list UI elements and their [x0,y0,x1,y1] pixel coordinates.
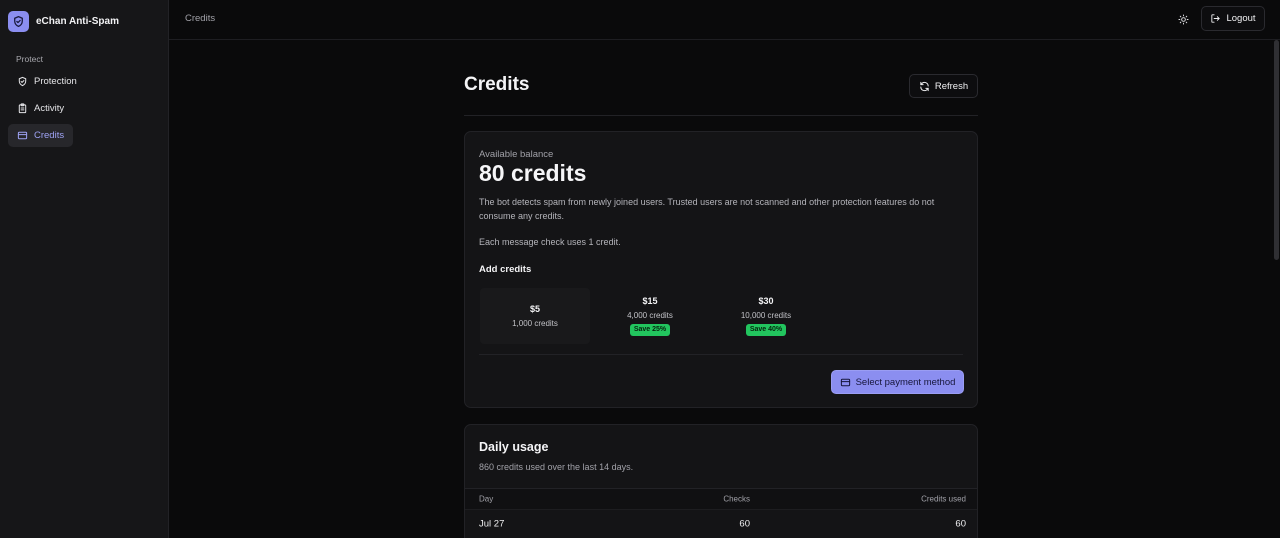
savings-badge: Save 40% [745,324,787,336]
select-payment-method-button[interactable]: Select payment method [831,370,964,394]
credit-card-icon [840,378,850,386]
sun-icon [1177,13,1189,25]
pack-price: $15 [642,296,658,306]
col-day: Day [479,494,494,504]
balance-value: 80 credits [479,160,587,186]
logout-label: Logout [1226,13,1256,24]
credit-card-icon [17,131,28,140]
credit-pack-30[interactable]: $30 10,000 credits Save 40% [711,288,821,344]
shield-logo-icon [8,10,29,32]
usage-table: Day Checks Credits used Jul 27 60 60 [465,488,977,538]
cell-day: Jul 27 [479,518,505,530]
title-divider [464,115,978,116]
pack-price: $30 [758,296,774,306]
breadcrumb: Credits [185,13,216,24]
topbar: Credits Logout [169,0,1280,40]
credit-pack-5[interactable]: $5 1,000 credits [480,288,590,344]
balance-card: Available balance 80 credits The bot det… [464,131,978,408]
clipboard-icon [18,103,27,114]
theme-toggle-button[interactable] [1173,9,1193,29]
pack-credits: 1,000 credits [512,319,558,328]
sidebar-item-protection[interactable]: Protection [8,70,77,93]
col-checks: Checks [723,494,750,504]
cell-checks: 60 [739,518,750,530]
cell-credits-used: 60 [955,518,966,530]
page-scrollbar[interactable] [1274,40,1279,260]
credit-pack-15[interactable]: $15 4,000 credits Save 25% [595,288,705,344]
balance-description: The bot detects spam from newly joined u… [479,197,935,221]
daily-usage-card: Daily usage 860 credits used over the la… [464,424,978,538]
refresh-label: Refresh [934,80,969,92]
savings-badge: Save 25% [629,324,671,336]
app-name: eChan Anti-Spam [36,15,119,27]
balance-label: Available balance [479,149,554,160]
sidebar-item-label: Protection [34,76,77,87]
pack-credits: 10,000 credits [740,311,792,320]
col-credits-used: Credits used [921,494,966,504]
pack-credits: 4,000 credits [627,311,673,320]
pay-label: Select payment method [855,376,956,388]
sidebar-item-label: Credits [34,130,65,141]
logout-icon [1211,14,1221,23]
usage-subtitle: 860 credits used over the last 14 days. [479,462,634,472]
usage-title: Daily usage [479,440,549,454]
sidebar-item-activity[interactable]: Activity [8,97,73,120]
brand[interactable]: eChan Anti-Spam [8,10,119,32]
logout-button[interactable]: Logout [1201,6,1265,31]
pack-price: $5 [529,304,540,314]
sidebar-item-credits[interactable]: Credits [8,124,73,147]
sidebar-item-label: Activity [34,103,65,114]
refresh-button[interactable]: Refresh [909,74,978,98]
nav-section-label: Protect [16,54,43,64]
refresh-icon [920,81,929,91]
card-divider [479,354,963,355]
shield-check-icon [18,76,27,87]
table-header: Day Checks Credits used [465,488,977,510]
table-row: Jul 27 60 60 [465,510,977,538]
app-root: eChan Anti-Spam Protect Protection Activ… [0,0,1280,538]
balance-note: Each message check uses 1 credit. [479,237,621,247]
sidebar: eChan Anti-Spam Protect Protection Activ… [0,0,169,538]
page-title: Credits [464,74,530,95]
add-credits-title: Add credits [479,264,532,275]
